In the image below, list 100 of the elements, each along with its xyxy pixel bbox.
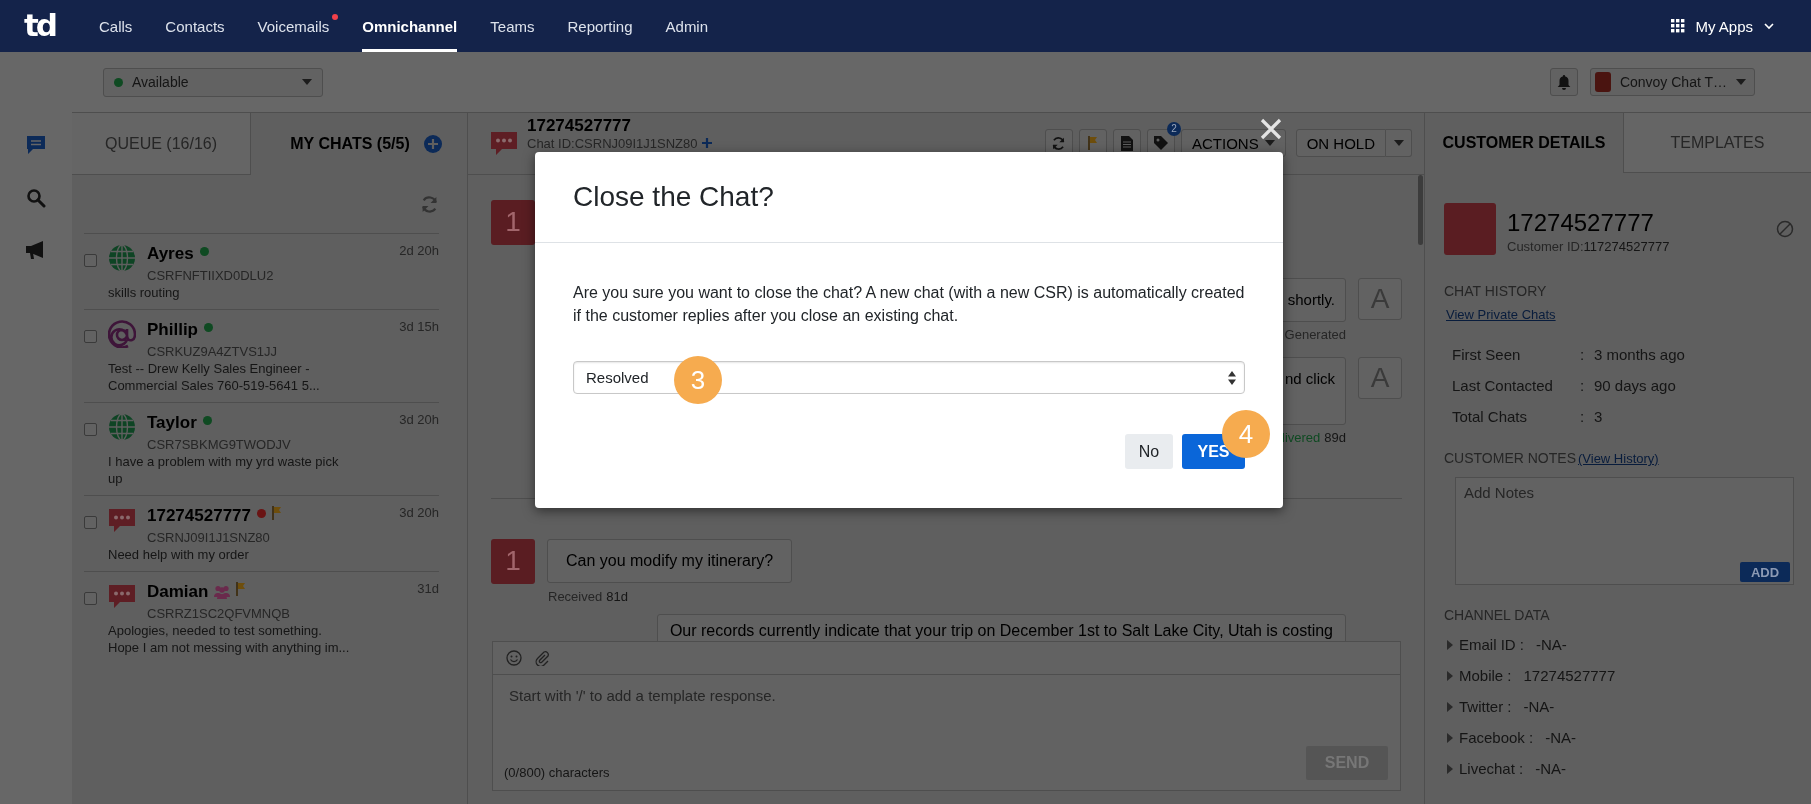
expand-arrow-icon[interactable] (1447, 639, 1453, 650)
message-bubble-icon (108, 506, 136, 534)
nav-tab[interactable]: Omnichannel (362, 0, 458, 52)
channel-value: -NA- (1545, 728, 1577, 747)
nav-tab[interactable]: Admin (665, 0, 709, 52)
chat-id: CSRKUZ9A4ZTVS1JJ (147, 343, 279, 360)
message-bubble: Can you modify my itinerary? (547, 538, 793, 583)
panel-tab[interactable]: TEMPLATES (1623, 113, 1811, 173)
nav-tab[interactable]: Contacts (165, 0, 225, 52)
separator: : (1580, 376, 1586, 395)
scrollbar (1418, 175, 1423, 245)
search-icon[interactable] (26, 188, 46, 208)
avatar (1444, 203, 1496, 255)
add-chat-icon[interactable] (423, 135, 442, 153)
dialog-title: Close the Chat? (573, 181, 774, 213)
message-preview: Apologies, needed to test something. Hope I am not messing with anything im... (108, 622, 351, 656)
nav-tab[interactable]: Calls (99, 0, 133, 52)
chat-time: 3d 20h (399, 504, 439, 522)
notes-field[interactable]: Add Notes ADD (1455, 477, 1794, 585)
flag-icon[interactable] (236, 582, 247, 596)
contact-name[interactable]: 17274527777 (147, 506, 251, 526)
chat-id: Chat ID:CSRNJ09I1J1SNZ80 (527, 135, 698, 151)
message-time: 89d (1324, 429, 1346, 445)
paperclip-icon[interactable] (534, 650, 550, 667)
stat-value: 3 months ago (1594, 345, 1686, 364)
chat-tab[interactable]: QUEUE (16/16) (72, 113, 251, 175)
more-button[interactable] (1386, 129, 1412, 158)
expand-arrow-icon[interactable] (1447, 732, 1453, 743)
caret-down-icon (1393, 140, 1404, 147)
stat-value: 3 (1594, 407, 1604, 426)
cancel-button[interactable]: No (1125, 434, 1173, 469)
channel-label: Mobile : (1459, 666, 1512, 685)
private-chats-link[interactable]: View Private Chats (1446, 307, 1556, 322)
section-heading: CUSTOMER NOTES (1444, 450, 1576, 466)
apps-grid-icon[interactable] (1671, 19, 1686, 33)
notifications-button[interactable] (1550, 68, 1578, 96)
message-input[interactable]: Start with '/' to add a template response. (509, 687, 1109, 705)
refresh-icon[interactable] (420, 194, 439, 214)
chat-time: 2d 20h (399, 242, 439, 260)
nav-tab[interactable]: Voicemails (257, 0, 339, 52)
channel-label: Facebook : (1459, 728, 1534, 747)
contact-name[interactable]: Damian (147, 582, 209, 602)
chevron-down-icon (1763, 20, 1775, 32)
caret-down-icon (1264, 140, 1275, 147)
logo: td (24, 6, 55, 45)
message-status: Generated (1284, 326, 1346, 342)
view-history-link[interactable]: (View History) (1578, 451, 1659, 466)
expand-arrow-icon[interactable] (1447, 763, 1453, 774)
blocked-icon[interactable] (1776, 220, 1794, 238)
my-apps-menu[interactable]: My Apps (1695, 17, 1753, 35)
character-counter: (0/800) characters (504, 765, 610, 780)
checkbox[interactable] (84, 592, 97, 605)
chat-type-icon (490, 129, 518, 158)
stat-label: Total Chats (1452, 407, 1529, 426)
customer-id: Customer ID:117274527777 (1507, 239, 1671, 254)
chat-icon[interactable] (25, 134, 47, 156)
on-hold-button[interactable]: ON HOLD (1295, 129, 1386, 158)
count-badge: 2 (1166, 122, 1181, 137)
checkbox[interactable] (84, 254, 97, 267)
flag-icon[interactable] (272, 506, 282, 520)
message-bubble-icon (108, 582, 136, 610)
nav-tab[interactable]: Teams (490, 0, 535, 52)
chat-id: CSRFNFTIIXD0DLU2 (147, 267, 275, 284)
message-status: Received (548, 588, 603, 604)
checkbox[interactable] (84, 423, 97, 436)
account-dropdown[interactable]: Convoy Chat T… (1590, 68, 1755, 96)
channel-value: -NA- (1536, 635, 1567, 654)
channel-label: Email ID : (1459, 635, 1524, 654)
chat-title: 17274527777 (527, 115, 632, 136)
status-dropdown[interactable]: Available (103, 67, 323, 97)
expand-arrow-icon[interactable] (1447, 670, 1453, 681)
message-time: 81d (606, 588, 628, 604)
checkbox[interactable] (84, 516, 97, 529)
stat-value: 90 days ago (1594, 376, 1677, 395)
message-preview: I have a problem with my yrd waste pick up (108, 453, 340, 487)
contact-name[interactable]: Ayres (147, 244, 194, 264)
section-heading: CHANNEL DATA (1444, 607, 1551, 623)
plus-icon[interactable] (701, 138, 712, 149)
at-sign-icon (108, 320, 136, 348)
expand-arrow-icon[interactable] (1447, 701, 1453, 712)
close-icon[interactable] (1260, 118, 1282, 140)
stat-label: Last Contacted (1452, 376, 1554, 395)
nav-tab[interactable]: Reporting (567, 0, 633, 52)
stat-label: First Seen (1452, 345, 1522, 364)
checkbox[interactable] (84, 330, 97, 343)
account-logo (1595, 72, 1611, 92)
chat-id: CSRNJ09I1J1SNZ80 (147, 529, 271, 546)
add-button[interactable]: ADD (1740, 562, 1790, 582)
channel-label: Livechat : (1459, 759, 1524, 778)
contact-name[interactable]: Taylor (147, 413, 197, 433)
avatar: 1 (491, 199, 535, 245)
bell-icon (1557, 74, 1571, 90)
caret-down-icon (302, 79, 312, 85)
up-down-arrow-icon (1228, 370, 1236, 385)
contact-name[interactable]: Phillip (147, 320, 198, 340)
message-preview: Test -- Drew Kelly Sales Engineer - Commercial Sales 760-519-5641 5... (108, 360, 321, 394)
chat-id: CSR7SBKMG9TWODJV (147, 436, 292, 453)
message-bubble: Our records currently indicate that your trip on December 1st to Salt Lake City, Utah is costing (656, 613, 1346, 642)
separator: : (1580, 407, 1586, 426)
emoji-icon[interactable] (506, 650, 522, 667)
